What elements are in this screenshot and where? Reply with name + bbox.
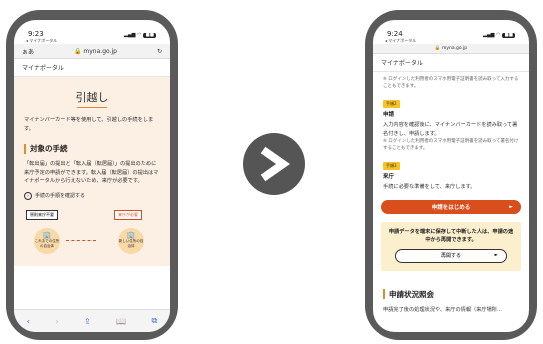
status-bar: 9:24 ▂▄▆ ◠ ■■ [373, 20, 529, 38]
arrow-right-icon: ► [509, 203, 513, 210]
title-underline [77, 107, 107, 108]
step2-note: ※ ログインした利用者のスマホ用電子証明書を読み取って署名付けすることもできます… [383, 139, 519, 151]
step3-badge: 手順3 [383, 162, 400, 170]
resume-notice-box: 申請データを端末に保存して中断した人は、申請の途中から再開できます。 再開する ► [381, 221, 521, 271]
address-bar[interactable]: 🔒 myna.go.jp [373, 44, 529, 54]
step2-title: 申請 [383, 112, 395, 118]
share-icon[interactable]: ⇪ [84, 317, 91, 326]
dashed-arrow [66, 239, 96, 241]
building-icon: 🏢 [126, 230, 136, 239]
site-name[interactable]: マイナポータル [373, 54, 529, 72]
right-phone-screen: 9:24 ▂▄▆ ◠ ■■ ◂ マイナポータル 🔒 myna.go.jp マイナ… [373, 20, 529, 332]
resume-button[interactable]: 再開する ► [395, 248, 507, 263]
heading-accent [383, 289, 385, 299]
reader-button[interactable]: ぁあ [22, 47, 34, 56]
left-phone-screen: 9:23 ▂▄▆ ◠ ■■ ◂ マイナポータル ぁあ 🔒 myna.go.jp … [14, 20, 170, 332]
heading-accent [24, 143, 26, 154]
back-icon[interactable]: ‹ [27, 317, 30, 326]
tag-visit-required: 来庁が必要 [114, 209, 142, 220]
forward-icon[interactable]: › [55, 317, 58, 326]
step2-badge: 手順2 [383, 100, 400, 108]
status-section-body: 申請完了後の処理状況や、来庁の情報（来庁場所... [383, 306, 502, 313]
building-icon: 🏢 [42, 230, 52, 239]
status-section-title: 申請状況照会 [389, 289, 434, 299]
chevron-right-icon [260, 146, 290, 182]
address-bar[interactable]: ぁあ 🔒 myna.go.jp ↻ [14, 44, 170, 59]
left-phone-mockup: 9:23 ▂▄▆ ◠ ■■ ◂ マイナポータル ぁあ 🔒 myna.go.jp … [6, 10, 178, 340]
status-section-heading: 申請状況照会 [373, 277, 529, 306]
status-time: 9:23 [28, 30, 44, 38]
browser-toolbar: ‹ › ⇪ 📖 ⧉ [14, 309, 170, 332]
intro-text: マイナンバーカード等を使用して、引越しの手続をします。 [24, 117, 154, 132]
status-bar: 9:23 ▂▄▆ ◠ ■■ [14, 20, 170, 38]
procedure-link[interactable]: › 手続の手順を確認する [14, 186, 170, 206]
arrow-right-icon: ► [494, 253, 498, 258]
right-phone-mockup: 9:24 ▂▄▆ ◠ ■■ ◂ マイナポータル 🔒 myna.go.jp マイナ… [365, 10, 537, 340]
step3-body: 手続に必要な準備をして、来庁します。 [383, 184, 476, 190]
link-text: 手続の手順を確認する [35, 193, 86, 199]
section-heading: 対象の手続 [14, 133, 170, 160]
next-arrow-icon [243, 133, 305, 195]
note-top: ※ ログインした利用者のスマホ用電子証明書を読み取って入力することもできます。 [383, 77, 519, 89]
new-municipality-label: 新しい住所の自治体 [118, 238, 144, 248]
bookmarks-icon[interactable]: 📖 [116, 317, 126, 326]
site-name[interactable]: マイナポータル [14, 59, 170, 77]
url-text: 🔒 myna.go.jp [434, 46, 468, 51]
resume-notice: 申請データを端末に保存して中断した人は、申請の途中から再開できます。 [388, 228, 514, 243]
old-municipality-label: これまでの住所の自治体 [34, 238, 60, 248]
tabs-icon[interactable]: ⧉ [152, 316, 158, 326]
step3-title: 来庁 [383, 174, 395, 180]
page-title: 引越し [75, 91, 109, 104]
signal-icon: ▂▄▆ ◠ ■■ [482, 32, 515, 38]
resume-label: 再開する [440, 253, 461, 259]
reload-icon[interactable]: ↻ [157, 48, 162, 55]
step2-body: 入力内容を確認後に、マイナンバーカードを読み取って署名付きし、申請します。 [383, 122, 518, 137]
battery-icon: ■■ [502, 32, 515, 38]
old-municipality-bubble: 🏢 これまでの住所の自治体 [34, 227, 60, 254]
cta-label: 申請をはじめる [431, 204, 471, 211]
section-title: 対象の手続 [30, 144, 68, 153]
url: myna.go.jp [441, 46, 468, 51]
url: myna.go.jp [83, 47, 117, 55]
new-municipality-bubble: 🏢 新しい住所の自治体 [118, 227, 144, 254]
signal-icon: ▂▄▆ ◠ ■■ [123, 32, 156, 38]
start-application-button[interactable]: 申請をはじめる ► [381, 199, 521, 214]
moving-illustration: 原則来庁不要 来庁が必要 🏢 これまでの住所の自治体 🏢 新しい住所の自治体 [22, 209, 162, 266]
url-text: 🔒 myna.go.jp [74, 47, 117, 55]
battery-icon: ■■ [143, 32, 156, 38]
status-time: 9:24 [387, 30, 403, 38]
tag-no-visit: 原則来庁不要 [26, 209, 58, 220]
section-body: 「転出届」の提出と「転入届（転居届）」の提出のために来庁予定の申請ができます。転… [24, 161, 159, 184]
content-area: 引越し マイナンバーカード等を使用して、引越しの手続をします。 対象の手続 「転… [14, 77, 170, 266]
chevron-circle-icon: › [24, 191, 32, 200]
